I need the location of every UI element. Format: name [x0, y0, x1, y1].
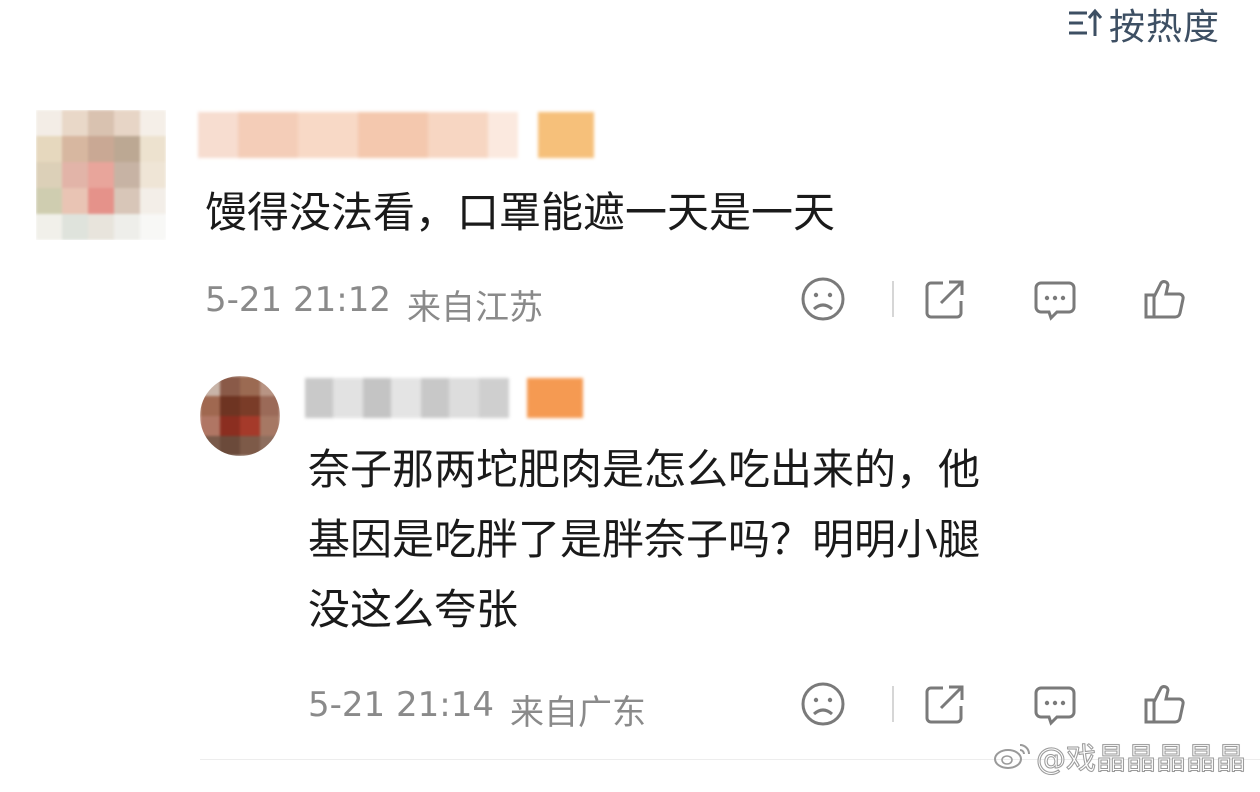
comment-actions [794, 675, 1194, 733]
username-blurred[interactable] [305, 378, 583, 418]
watermark-text: @戏晶晶晶晶晶 [1036, 742, 1247, 778]
dislike-face-icon[interactable] [794, 675, 852, 733]
comment-actions [794, 270, 1194, 328]
comment-item: 奈子那两坨肥肉是怎么吃出来的，他 基因是吃胖了是胖奈子吗？明明小腿 没这么夸张 … [0, 360, 1260, 760]
comment-location: 来自广东 [509, 693, 646, 733]
action-separator [892, 281, 894, 317]
comment-text: 奈子那两坨肥肉是怎么吃出来的，他 基因是吃胖了是胖奈子吗？明明小腿 没这么夸张 [308, 435, 980, 645]
action-separator [892, 686, 894, 722]
dislike-face-icon[interactable] [794, 270, 852, 328]
comment-text-line: 没这么夸张 [308, 585, 519, 634]
comment-date: 5-21 21:14 [308, 685, 494, 725]
like-thumb-icon[interactable] [1136, 270, 1194, 328]
comment-icon[interactable] [1026, 270, 1084, 328]
comment-meta: 5-21 21:12 来自江苏 [205, 280, 543, 329]
comment-text-line: 奈子那两坨肥肉是怎么吃出来的，他 [308, 445, 981, 494]
comment-date: 5-21 21:12 [205, 280, 391, 320]
avatar[interactable] [200, 376, 280, 456]
username-blurred[interactable] [198, 112, 594, 158]
watermark: @戏晶晶晶晶晶 [992, 734, 1247, 778]
share-icon[interactable] [916, 675, 974, 733]
weibo-logo-icon [992, 741, 1032, 771]
like-thumb-icon[interactable] [1136, 675, 1194, 733]
share-icon[interactable] [916, 270, 974, 328]
comment-location: 来自江苏 [406, 288, 543, 328]
comment-text: 馒得没法看，口罩能遮一天是一天 [205, 188, 836, 237]
comment-text-line: 基因是吃胖了是胖奈子吗？明明小腿 [308, 515, 981, 564]
comment-meta: 5-21 21:14 来自广东 [308, 685, 646, 734]
avatar[interactable] [36, 110, 166, 240]
comment-icon[interactable] [1026, 675, 1084, 733]
comment-item: 馒得没法看，口罩能遮一天是一天 5-21 21:12 来自江苏 [0, 0, 1260, 360]
